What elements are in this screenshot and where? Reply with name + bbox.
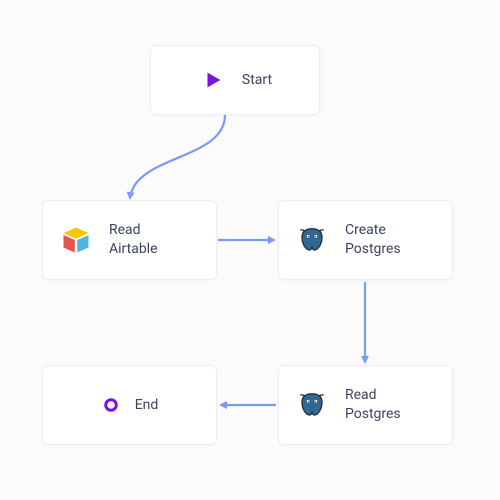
node-label: Read Postgres [345,386,401,424]
end-ring-icon [101,390,121,420]
node-label: Start [242,71,272,90]
node-end[interactable]: End [42,365,217,445]
node-start[interactable]: Start [150,45,320,115]
postgres-icon [297,225,327,255]
airtable-icon [61,225,91,255]
node-create-postgres[interactable]: Create Postgres [278,200,453,280]
play-icon [198,65,228,95]
node-label: Create Postgres [345,221,401,259]
node-label: Read Airtable [109,221,158,259]
node-read-airtable[interactable]: Read Airtable [42,200,217,280]
postgres-icon [297,390,327,420]
node-label: End [135,396,159,415]
node-read-postgres[interactable]: Read Postgres [278,365,453,445]
edge-start-airtable [130,115,225,198]
workflow-canvas: Start Read Airtable Create Postgre [0,0,500,500]
